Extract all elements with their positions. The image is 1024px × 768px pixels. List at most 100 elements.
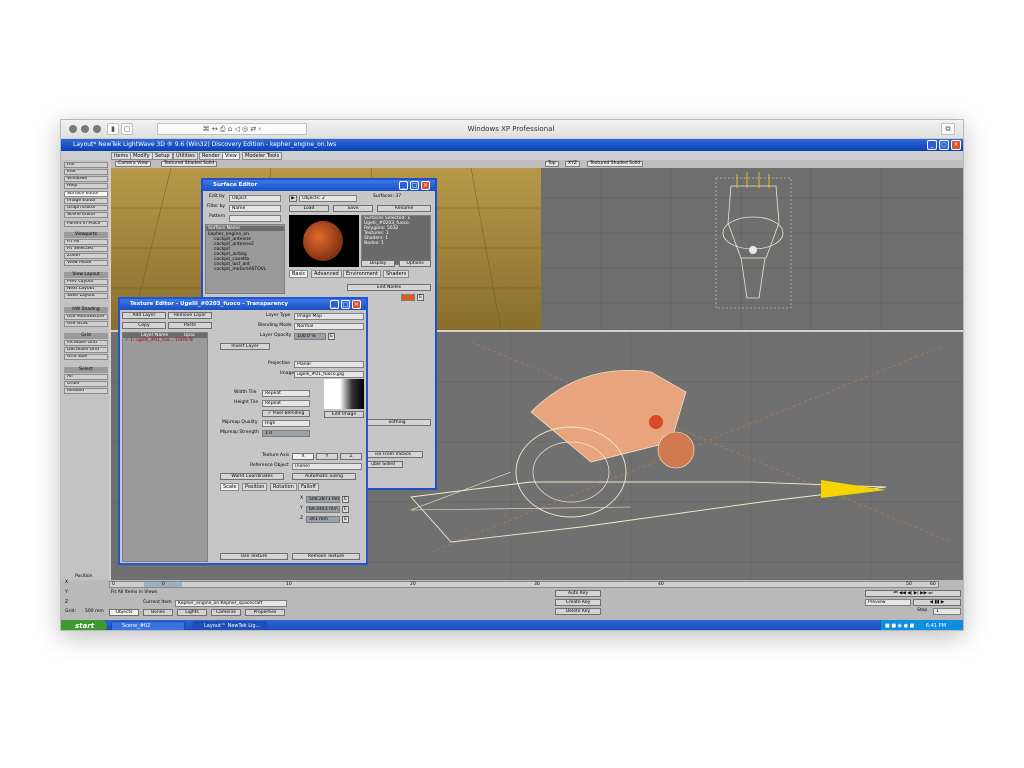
minimize-icon[interactable]: _ — [927, 140, 937, 150]
select-order-button[interactable]: Order — [64, 381, 108, 387]
preview-select[interactable]: Preview — [865, 599, 911, 606]
windows-menu[interactable]: Windows — [64, 176, 108, 182]
playback-controls[interactable]: ⏮ ◀◀ ◀| ▶| ▶▶ ⏭ — [865, 590, 961, 597]
normal-vstack-checkbox[interactable]: ise From VStack — [363, 451, 423, 458]
tab-scale[interactable]: Scale — [220, 483, 240, 491]
options-button[interactable]: Options — [399, 260, 431, 267]
height-tile-select[interactable]: Repeat — [262, 400, 310, 407]
surface-list[interactable]: Surface Name kepher_engine_on cockpit_an… — [205, 224, 285, 294]
double-sided-checkbox[interactable]: uble Sided — [363, 461, 403, 468]
edit-by-select[interactable]: Object — [229, 195, 281, 202]
toolbar-icons[interactable]: ⌘ ↔ ⎙ ⌂ ◁ ◎ ⇄ ‹ — [157, 123, 307, 135]
scale-x-input[interactable]: 500.2873 mm — [306, 496, 340, 503]
capture-icon[interactable]: ▢ — [121, 123, 133, 135]
close-icon[interactable]: × — [951, 140, 961, 150]
play-icon[interactable]: ▶ — [289, 195, 297, 202]
image-editor-button[interactable]: Image Editor — [64, 198, 108, 204]
render-mode-select[interactable]: Textured Shaded Solid — [161, 161, 218, 167]
image-select[interactable]: ugelli_#01_fuoco.jpg — [294, 371, 364, 378]
load-button[interactable]: Load — [289, 205, 329, 212]
increase-grid-button[interactable]: Increase Grid — [64, 340, 108, 346]
view-type-select[interactable]: Camera View — [115, 161, 151, 167]
auto-key-button[interactable]: Auto Key — [555, 590, 601, 597]
axis-z-button[interactable]: Z — [340, 453, 362, 460]
tab-modify[interactable]: Modify — [130, 152, 153, 160]
maximize-icon[interactable]: □ — [410, 181, 419, 190]
tab-render[interactable]: Render — [199, 152, 223, 160]
mipmap-quality-select[interactable]: High — [262, 420, 310, 427]
display-select[interactable]: Display — [361, 260, 395, 267]
texture-editor-window[interactable]: Texture Editor - Ugelli_#0203_fuoco - Tr… — [118, 297, 368, 565]
mipmap-strength-input[interactable]: 1.0 — [262, 430, 310, 437]
reference-object-select[interactable]: (none) — [292, 463, 362, 470]
zoom-button[interactable]: Zoom — [64, 253, 108, 259]
paste-button[interactable]: Paste — [168, 322, 212, 329]
pixel-blending-checkbox[interactable]: ✓ Pixel Blending — [262, 410, 310, 417]
layer-opacity-input[interactable]: 100.0 % — [294, 333, 326, 340]
tab-items[interactable]: Items — [111, 152, 131, 160]
maximize-icon[interactable]: □ — [939, 140, 949, 150]
color-swatch[interactable] — [401, 294, 415, 301]
edit-menu[interactable]: Edit — [64, 169, 108, 175]
edit-image-button[interactable]: Edit Image — [324, 411, 364, 418]
layer-enabled-check[interactable]: ✓ — [125, 338, 129, 343]
lights-button[interactable]: Lights — [177, 609, 207, 616]
edit-nodes-button[interactable]: Edit Nodes — [347, 284, 431, 291]
taskbar-item-scene[interactable]: Scene_#02 — [111, 621, 185, 630]
world-coordinates-checkbox[interactable]: World Coordinates — [220, 473, 284, 480]
scene-editor-button[interactable]: Scene Editor — [64, 212, 108, 218]
tray-icons[interactable]: ■ ■ ◉ ● ■ — [885, 623, 914, 629]
tab-rotation[interactable]: Rotation — [270, 483, 297, 491]
bones-button[interactable]: Bones — [143, 609, 173, 616]
minimize-icon[interactable]: _ — [330, 300, 339, 309]
remove-layer-button[interactable]: Remove Layer — [168, 312, 212, 319]
properties-button[interactable]: Properties — [245, 609, 285, 616]
width-tile-select[interactable]: Repeat — [262, 390, 310, 397]
play-pause-controls[interactable]: ◀ ▮▮ ▶ — [913, 599, 961, 606]
invert-layer-checkbox[interactable]: Invert Layer — [220, 343, 270, 350]
delete-key-button[interactable]: Delete Key — [555, 608, 601, 615]
save-layout-button[interactable]: Save Layout — [64, 293, 108, 299]
tab-falloff[interactable]: Falloff — [298, 483, 319, 491]
surface-editor-button[interactable]: Surface Editor — [64, 191, 108, 197]
tab-advanced[interactable]: Advanced — [311, 270, 342, 278]
select-all-button[interactable]: All — [64, 374, 108, 380]
tab-modeler-tools[interactable]: Modeler Tools — [242, 152, 283, 160]
use-texture-button[interactable]: Use Texture — [220, 553, 288, 560]
filter-by-select[interactable]: Name — [229, 205, 281, 212]
start-button[interactable]: start — [61, 620, 107, 630]
layer-type-select[interactable]: Image Map — [294, 313, 364, 320]
close-icon[interactable]: × — [421, 181, 430, 190]
cameras-button[interactable]: Cameras — [211, 609, 241, 616]
create-key-button[interactable]: Create Key — [555, 599, 601, 606]
top-viewport[interactable]: Top XYZ Textured Shaded Solid — [541, 160, 963, 330]
scale-z-input[interactable]: 391 mm — [306, 516, 340, 523]
tab-position[interactable]: Position — [242, 483, 268, 491]
fullscreen-icon[interactable]: ⧉ — [941, 123, 955, 135]
render-mode-select[interactable]: Textured Shaded Solid — [587, 161, 644, 167]
envelope-e-button[interactable]: E — [342, 516, 349, 523]
taskbar-item-layout[interactable]: Layout™ NewTek Lig... — [193, 621, 267, 630]
fit-selected-button[interactable]: Fit Selected — [64, 246, 108, 252]
tab-shaders[interactable]: Shaders — [383, 270, 410, 278]
add-layer-button[interactable]: Add Layer — [122, 312, 166, 319]
table-row[interactable]: ✓ 1: ugelli_#01_fuo... 100% N — [125, 338, 205, 343]
close-light-icon[interactable] — [69, 125, 77, 133]
tab-view[interactable]: View — [222, 152, 240, 160]
graph-editor-button[interactable]: Graph Editor — [64, 205, 108, 211]
zoom-axis-select[interactable]: XYZ — [565, 161, 580, 167]
select-related-button[interactable]: Related — [64, 388, 108, 394]
save-button[interactable]: Save — [333, 205, 373, 212]
minimize-light-icon[interactable] — [81, 125, 89, 133]
decrease-grid-button[interactable]: Decrease Grid — [64, 347, 108, 353]
next-layout-button[interactable]: Next Layout — [64, 286, 108, 292]
maximize-icon[interactable]: □ — [341, 300, 350, 309]
layer-list[interactable]: Layer Name Opac ✓ 1: ugelli_#01_fuo... 1… — [122, 332, 208, 562]
tab-environment[interactable]: Environment — [343, 270, 381, 278]
close-icon[interactable]: × — [352, 300, 361, 309]
timeline-slider[interactable]: 0 0 10 20 30 40 50 60 — [109, 581, 939, 588]
view-type-select[interactable]: Top — [545, 161, 559, 167]
list-item[interactable]: cockpit_motoreASTOVL — [208, 267, 282, 272]
blending-mode-select[interactable]: Normal — [294, 323, 364, 330]
envelope-e-button[interactable]: E — [342, 496, 349, 503]
